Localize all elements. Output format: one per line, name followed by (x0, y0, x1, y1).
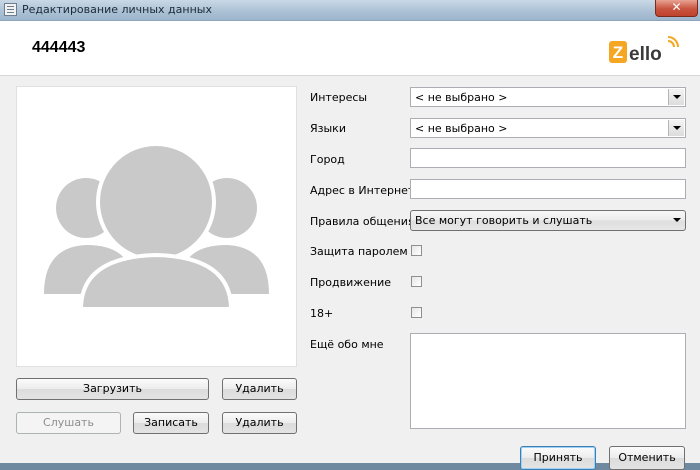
city-field[interactable] (410, 148, 686, 168)
svg-text:ello: ello (629, 44, 662, 65)
languages-value: < не выбрано > (415, 122, 508, 135)
interests-value: < не выбрано > (415, 91, 508, 104)
delete-audio-button[interactable]: Удалить (222, 412, 297, 434)
interests-label: Интересы (310, 91, 368, 104)
chevron-down-icon[interactable] (668, 120, 684, 136)
title-bar[interactable]: Редактирование личных данных ✕ (0, 0, 700, 21)
website-field[interactable] (410, 179, 686, 199)
password-protection-checkbox[interactable] (411, 245, 422, 256)
rules-label: Правила общения (310, 215, 415, 228)
avatar-placeholder-icon (44, 142, 269, 311)
accept-button[interactable]: Принять (520, 446, 596, 470)
profile-header: 444443 Z ello (0, 21, 700, 76)
edit-profile-dialog: Редактирование личных данных ✕ 444443 Z … (0, 0, 700, 470)
delete-photo-button[interactable]: Удалить (222, 378, 297, 400)
record-button[interactable]: Записать (133, 412, 209, 434)
about-label: Ещё обо мне (310, 338, 384, 351)
promotion-checkbox[interactable] (411, 276, 422, 287)
rules-select[interactable]: Все могут говорить и слушать (410, 210, 686, 231)
zello-logo: Z ello (609, 36, 679, 65)
website-label: Адрес в Интернете (310, 184, 422, 197)
profile-photo (16, 86, 297, 367)
adult-label: 18+ (310, 307, 334, 320)
interests-select[interactable]: < не выбрано > (410, 87, 686, 107)
chevron-down-icon[interactable] (668, 89, 684, 105)
city-label: Город (310, 153, 345, 166)
close-button[interactable]: ✕ (655, 0, 698, 17)
app-icon (4, 3, 17, 16)
about-textarea[interactable] (410, 333, 686, 429)
upload-photo-button[interactable]: Загрузить (16, 378, 209, 400)
chevron-down-icon[interactable] (669, 212, 684, 228)
languages-label: Языки (310, 122, 346, 135)
password-protection-label: Защита паролем (310, 245, 408, 258)
adult-checkbox[interactable] (411, 307, 422, 318)
languages-select[interactable]: < не выбрано > (410, 118, 686, 138)
window-title: Редактирование личных данных (22, 3, 212, 16)
cancel-button[interactable]: Отменить (609, 446, 685, 470)
promotion-label: Продвижение (310, 276, 392, 289)
listen-button[interactable]: Слушать (16, 412, 121, 434)
rules-value: Все могут говорить и слушать (415, 214, 593, 227)
svg-text:Z: Z (613, 43, 623, 62)
username-label: 444443 (32, 39, 86, 56)
